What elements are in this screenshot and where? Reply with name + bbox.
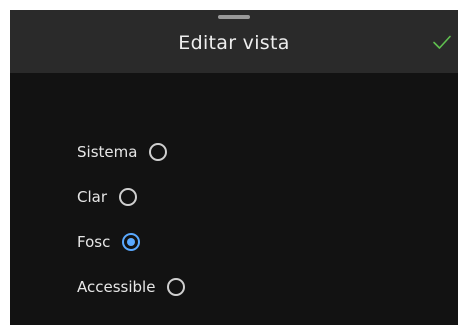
option-fosc[interactable]: Fosc <box>77 230 185 254</box>
radio-button[interactable] <box>119 188 137 206</box>
option-accessible[interactable]: Accessible <box>77 275 186 299</box>
drag-handle[interactable] <box>218 15 250 19</box>
radio-button[interactable] <box>149 143 168 161</box>
bottom-sheet: Editar vista Sistema Clar Fosc Accessibl… <box>10 10 458 325</box>
radio-button-selected[interactable] <box>122 233 141 251</box>
sheet-header: Editar vista <box>10 10 458 73</box>
option-clar[interactable]: Clar <box>77 185 185 209</box>
page-title: Editar vista <box>178 32 290 54</box>
option-label: Fosc <box>77 233 111 251</box>
option-label: Clar <box>77 188 107 206</box>
option-label: Sistema <box>77 143 138 161</box>
radio-button[interactable] <box>167 278 186 296</box>
view-options: Sistema Clar Fosc Accessible <box>77 140 186 320</box>
confirm-button[interactable] <box>430 30 454 54</box>
checkmark-icon <box>433 35 451 49</box>
option-label: Accessible <box>77 278 156 296</box>
option-sistema[interactable]: Sistema <box>77 140 185 164</box>
